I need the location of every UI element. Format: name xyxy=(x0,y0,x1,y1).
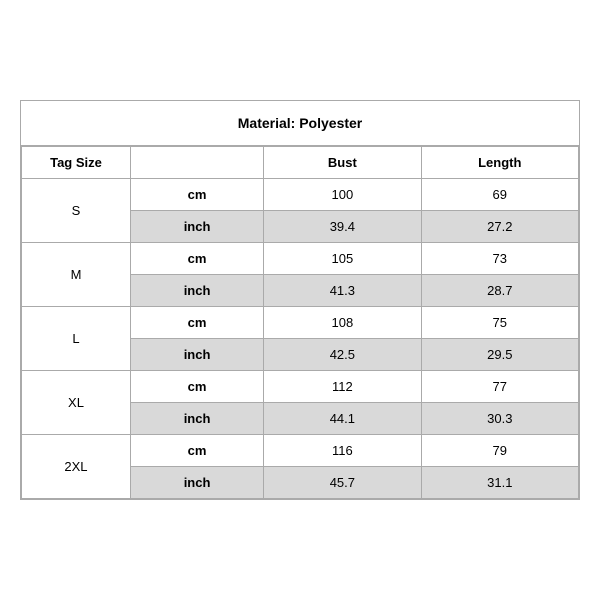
inch-unit-label: inch xyxy=(130,403,263,435)
size-cm-row: Scm10069 xyxy=(22,179,579,211)
inch-bust-value: 42.5 xyxy=(264,339,421,371)
inch-bust-value: 45.7 xyxy=(264,467,421,499)
header-row: Tag Size Bust Length xyxy=(22,147,579,179)
inch-unit-label: inch xyxy=(130,467,263,499)
chart-title: Material: Polyester xyxy=(21,101,579,146)
inch-length-value: 27.2 xyxy=(421,211,578,243)
bust-header: Bust xyxy=(264,147,421,179)
inch-bust-value: 44.1 xyxy=(264,403,421,435)
size-cm-row: Lcm10875 xyxy=(22,307,579,339)
cm-unit-label: cm xyxy=(130,307,263,339)
inch-bust-value: 39.4 xyxy=(264,211,421,243)
inch-length-value: 31.1 xyxy=(421,467,578,499)
inch-length-value: 28.7 xyxy=(421,275,578,307)
inch-bust-value: 41.3 xyxy=(264,275,421,307)
size-cm-row: 2XLcm11679 xyxy=(22,435,579,467)
cm-unit-label: cm xyxy=(130,371,263,403)
cm-length-value: 69 xyxy=(421,179,578,211)
tag-size-header: Tag Size xyxy=(22,147,131,179)
cm-length-value: 77 xyxy=(421,371,578,403)
unit-header xyxy=(130,147,263,179)
size-name: S xyxy=(22,179,131,243)
size-cm-row: Mcm10573 xyxy=(22,243,579,275)
size-chart-container: Material: Polyester Tag Size Bust Length… xyxy=(20,100,580,500)
cm-bust-value: 108 xyxy=(264,307,421,339)
size-table: Tag Size Bust Length Scm10069inch39.427.… xyxy=(21,146,579,499)
cm-bust-value: 100 xyxy=(264,179,421,211)
inch-unit-label: inch xyxy=(130,275,263,307)
inch-length-value: 30.3 xyxy=(421,403,578,435)
inch-unit-label: inch xyxy=(130,339,263,371)
cm-length-value: 73 xyxy=(421,243,578,275)
inch-unit-label: inch xyxy=(130,211,263,243)
table-body: Scm10069inch39.427.2Mcm10573inch41.328.7… xyxy=(22,179,579,499)
cm-unit-label: cm xyxy=(130,435,263,467)
cm-bust-value: 116 xyxy=(264,435,421,467)
cm-unit-label: cm xyxy=(130,243,263,275)
cm-unit-label: cm xyxy=(130,179,263,211)
size-name: 2XL xyxy=(22,435,131,499)
size-name: L xyxy=(22,307,131,371)
size-name: XL xyxy=(22,371,131,435)
cm-bust-value: 105 xyxy=(264,243,421,275)
cm-bust-value: 112 xyxy=(264,371,421,403)
size-cm-row: XLcm11277 xyxy=(22,371,579,403)
cm-length-value: 75 xyxy=(421,307,578,339)
cm-length-value: 79 xyxy=(421,435,578,467)
length-header: Length xyxy=(421,147,578,179)
inch-length-value: 29.5 xyxy=(421,339,578,371)
size-name: M xyxy=(22,243,131,307)
